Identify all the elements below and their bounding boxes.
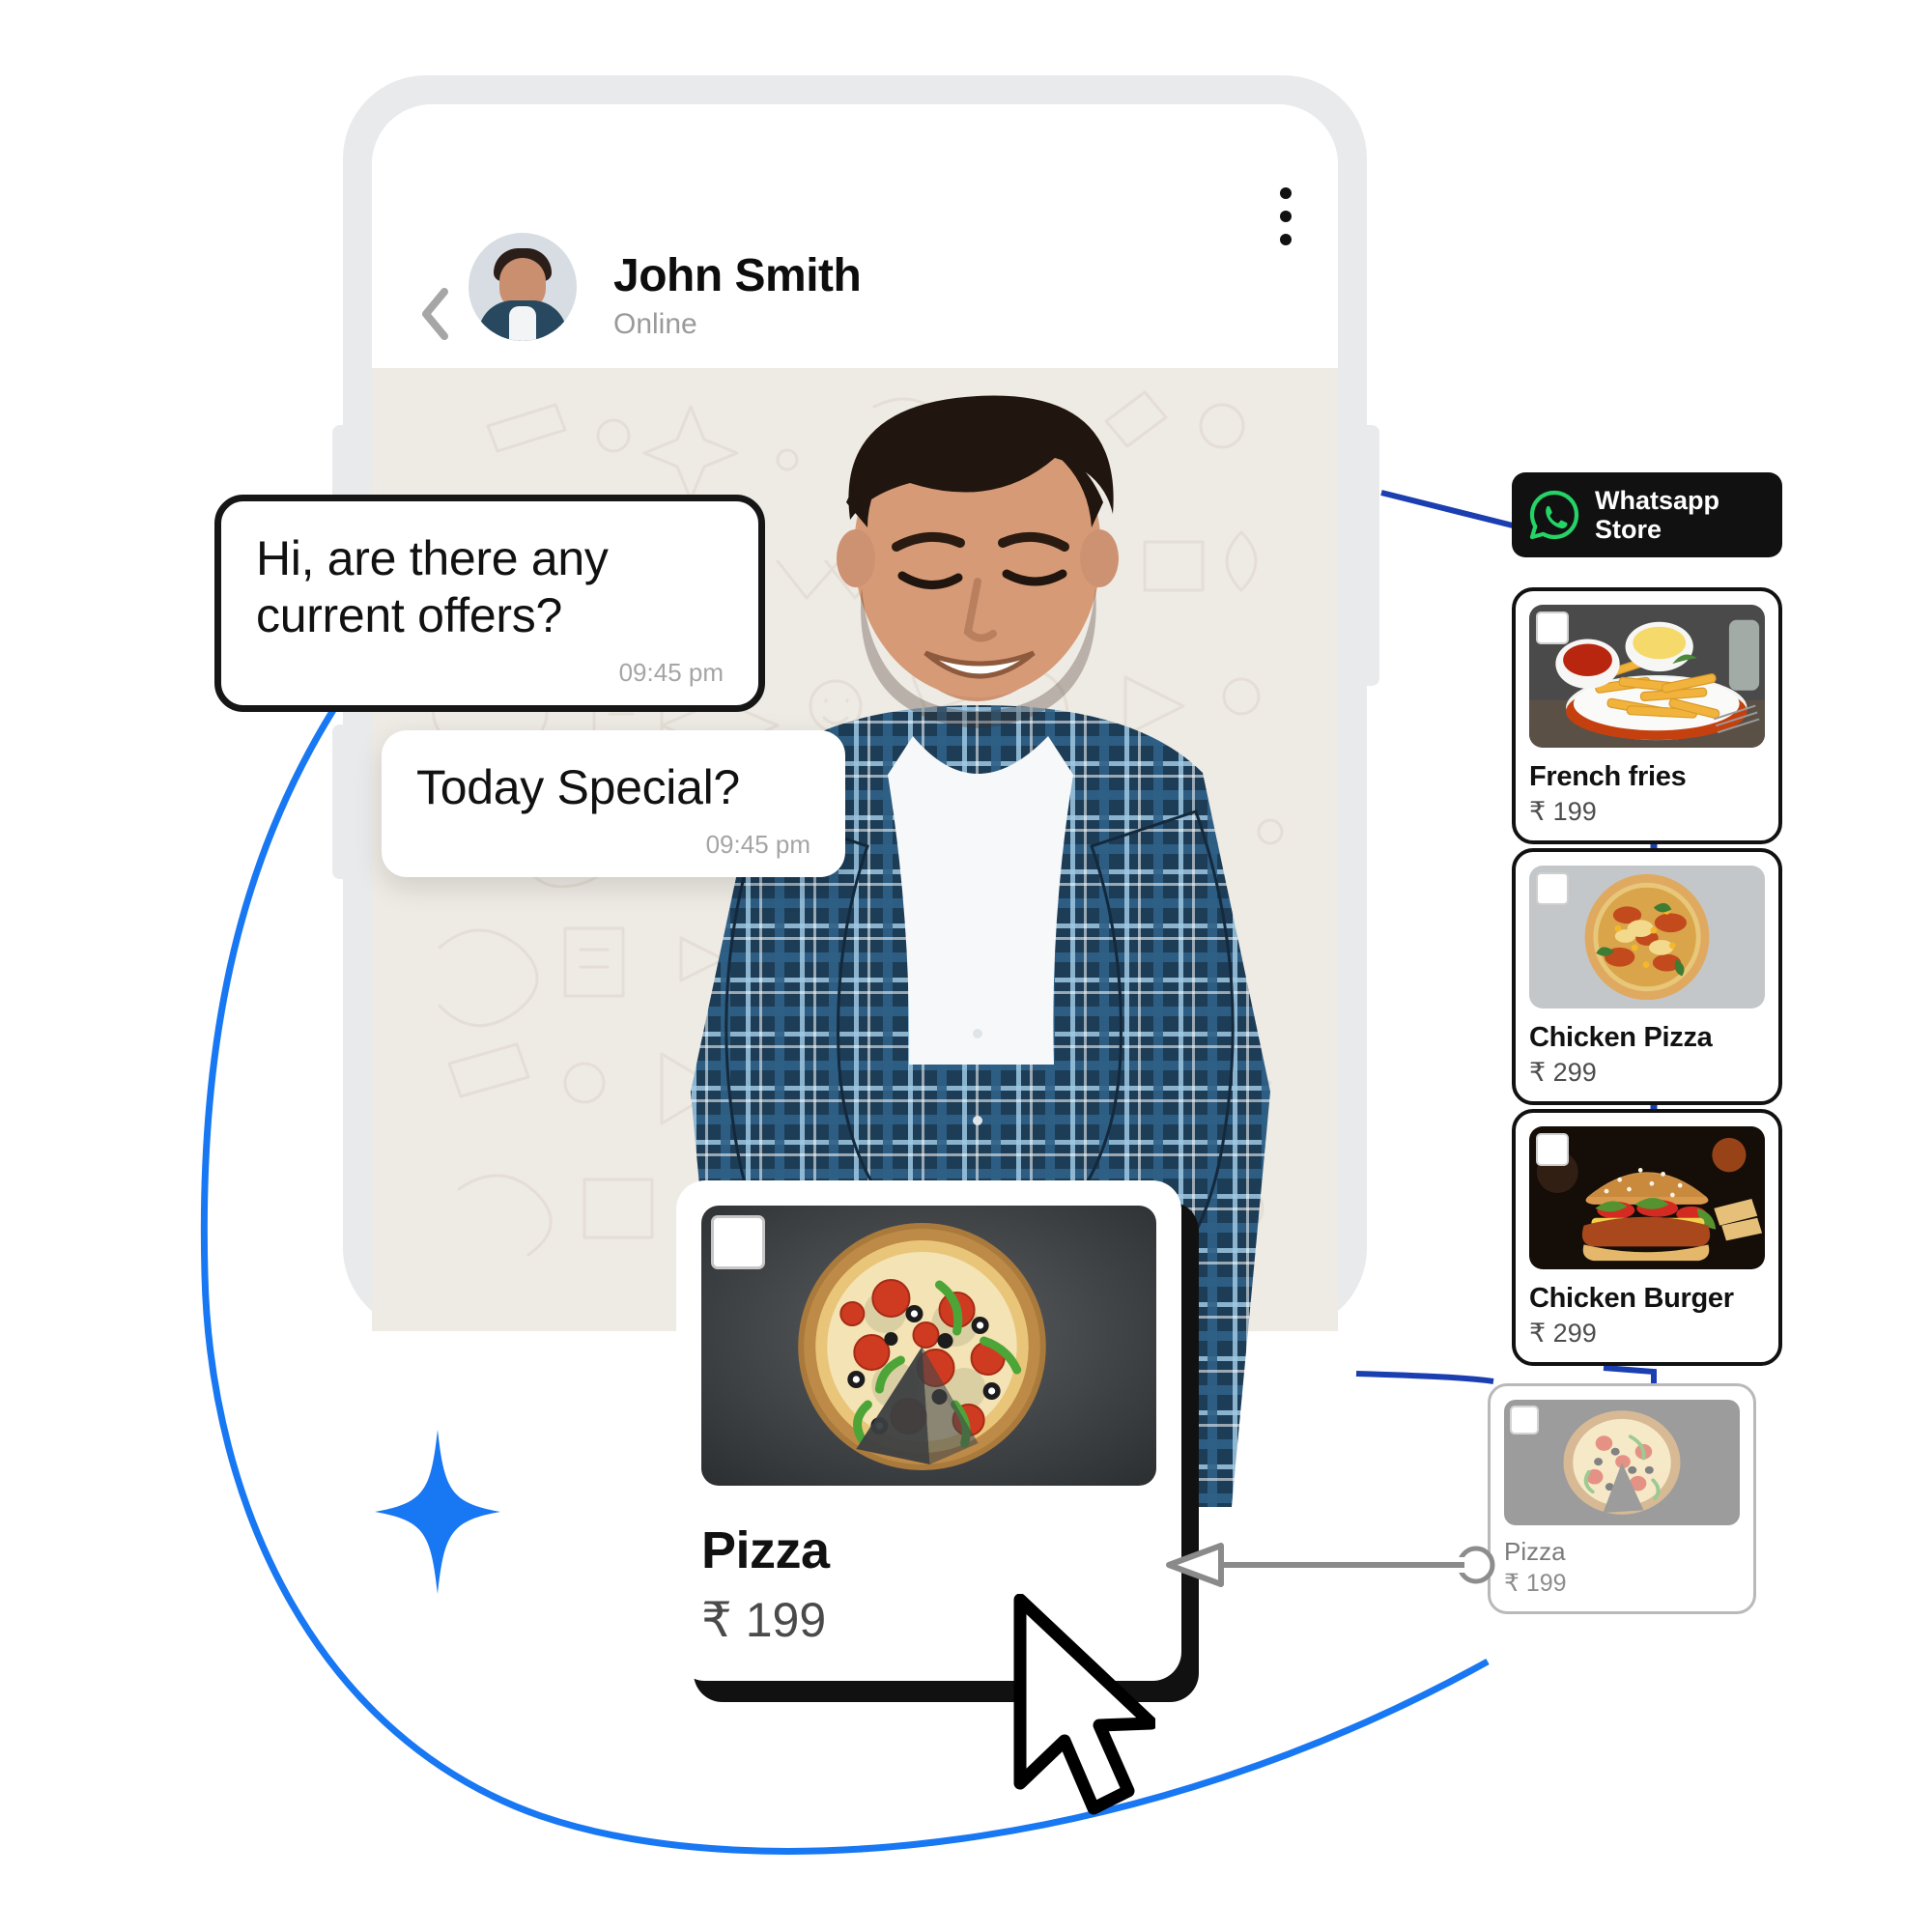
product-card[interactable]: French fries ₹ 199 [1512, 587, 1782, 844]
product-name: Pizza [701, 1521, 830, 1579]
contact-status: Online [613, 308, 697, 340]
product-card[interactable]: Pizza ₹ 199 [1488, 1383, 1756, 1614]
product-checkbox[interactable] [1510, 1406, 1539, 1435]
mouse-pointer-icon [1013, 1594, 1155, 1815]
whatsapp-icon [1529, 490, 1579, 540]
pepperoni-pizza-photo [701, 1206, 1156, 1486]
chat-bubble-incoming-1: Hi, are there any current offers? 09:45 … [214, 495, 765, 712]
product-card[interactable]: Chicken Burger ₹ 299 [1512, 1109, 1782, 1366]
product-checkbox[interactable] [711, 1215, 765, 1269]
product-image-chicken-pizza [1529, 866, 1765, 1009]
product-card[interactable]: Chicken Pizza ₹ 299 [1512, 848, 1782, 1105]
four-point-star-icon [375, 1430, 500, 1594]
product-image-pizza-large [701, 1206, 1156, 1486]
store-badge-label: Whatsapp Store [1595, 486, 1719, 544]
contact-info: John Smith Online [613, 249, 1280, 341]
chat-header: John Smith Online [372, 104, 1338, 368]
chat-bubble-timestamp: 09:45 pm [618, 658, 724, 687]
store-badge-line1: Whatsapp [1595, 485, 1720, 515]
product-checkbox[interactable] [1536, 1133, 1569, 1166]
phone-button-power[interactable] [1358, 425, 1379, 686]
product-name: French fries [1529, 761, 1687, 792]
avatar[interactable] [469, 233, 577, 341]
whatsapp-store-badge[interactable]: Whatsapp Store [1512, 472, 1782, 557]
kebab-menu-icon[interactable] [1280, 186, 1292, 245]
product-price: ₹ 199 [1504, 1570, 1567, 1597]
chat-bubble-text: Hi, are there any current offers? [256, 531, 609, 642]
zoom-connector-arrow [1166, 1543, 1495, 1587]
product-checkbox[interactable] [1536, 872, 1569, 905]
chat-bubble-text: Today Special? [416, 760, 740, 814]
product-name: Chicken Pizza [1529, 1022, 1713, 1053]
chat-bubble-timestamp: 09:45 pm [705, 830, 810, 859]
product-price: ₹ 299 [1529, 1058, 1597, 1087]
pepperoni-pizza-photo [1504, 1400, 1740, 1525]
phone-button-volume-down[interactable] [332, 724, 352, 879]
screenshot-root: John Smith Online Hi, are there any curr… [0, 0, 1932, 1932]
product-name: Pizza [1504, 1537, 1566, 1566]
contact-name: John Smith [613, 250, 862, 301]
product-image-chicken-burger [1529, 1126, 1765, 1269]
store-badge-line2: Store [1595, 515, 1662, 544]
chat-bubble-incoming-2: Today Special? 09:45 pm [382, 730, 845, 877]
product-price: ₹ 299 [1529, 1319, 1597, 1348]
product-name: Chicken Burger [1529, 1283, 1734, 1314]
avatar-shirt [509, 306, 536, 341]
product-image-pizza [1504, 1400, 1740, 1525]
product-image-french-fries [1529, 605, 1765, 748]
back-chevron-icon[interactable] [418, 287, 451, 341]
product-price: ₹ 199 [1529, 797, 1597, 826]
chevron-left-icon [422, 288, 448, 340]
product-checkbox[interactable] [1536, 611, 1569, 644]
